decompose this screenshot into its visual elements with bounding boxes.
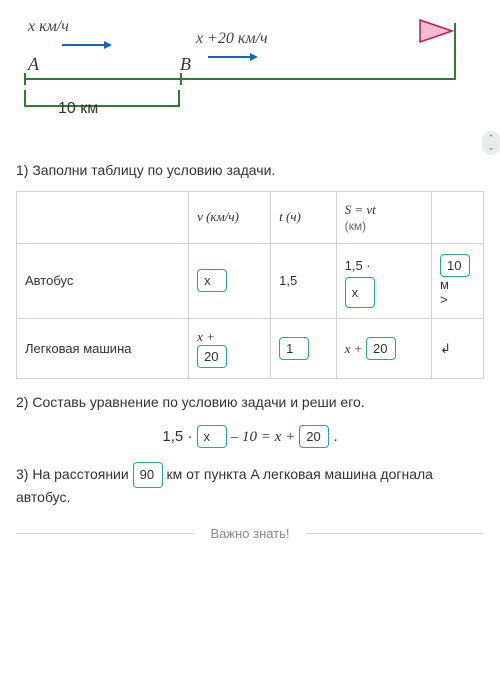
- bus-name: Автобус: [17, 243, 189, 319]
- task1-text: 1) Заполни таблицу по условию задачи.: [16, 161, 484, 181]
- diagram-area: x км/ч A x +20 км/ч B 10 км ⌃ ⌄: [0, 0, 500, 143]
- path-line: [24, 78, 454, 80]
- task2-text: 2) Составь уравнение по условию задачи и…: [16, 393, 484, 413]
- speed-label-b: x +20 км/ч: [196, 30, 268, 48]
- equation: 1,5 · x – 10 = x + 20 .: [16, 425, 484, 448]
- scroll-control[interactable]: ⌃ ⌄: [482, 131, 500, 155]
- car-t: 1: [271, 319, 337, 379]
- task3-text: 3) На расстоянии 90 км от пункта A легко…: [16, 462, 484, 508]
- tick-mark: [180, 73, 182, 85]
- tick-mark: [24, 73, 26, 85]
- input-eq-2[interactable]: 20: [299, 425, 329, 448]
- arrow-icon: [208, 52, 258, 62]
- header-empty: [17, 191, 189, 243]
- chevron-down-icon: ⌄: [482, 143, 500, 152]
- header-t: t (ч): [271, 191, 337, 243]
- header-v: v (км/ч): [189, 191, 271, 243]
- footer-text: Важно знать!: [194, 526, 305, 541]
- distance-label: 10 км: [58, 100, 98, 118]
- motion-diagram: x км/ч A x +20 км/ч B 10 км: [16, 18, 484, 133]
- flag-icon: [418, 18, 454, 46]
- car-name: Легковая машина: [17, 319, 189, 379]
- input-task3[interactable]: 90: [133, 462, 163, 488]
- bus-s: 1,5 · x: [336, 243, 431, 319]
- distance-bracket: [24, 90, 180, 112]
- input-car-v[interactable]: 20: [197, 345, 227, 368]
- input-car-t[interactable]: 1: [279, 337, 309, 360]
- speed-label-a: x км/ч: [28, 18, 69, 36]
- table-row-bus: Автобус x 1,5 1,5 · x 10 м >: [17, 243, 484, 319]
- data-table: v (км/ч) t (ч) S = vt(км) Автобус x 1,5 …: [16, 191, 484, 380]
- header-extra: [432, 191, 484, 243]
- input-bus-s[interactable]: x: [345, 277, 375, 308]
- input-eq-1[interactable]: x: [197, 425, 227, 448]
- input-bus-v[interactable]: x: [197, 269, 227, 292]
- bus-extra: 10 м >: [432, 243, 484, 319]
- flagpole: [454, 23, 456, 80]
- car-arrow: ↲: [432, 319, 484, 379]
- arrow-icon: [62, 40, 112, 50]
- header-s: S = vt(км): [336, 191, 431, 243]
- input-car-s[interactable]: 20: [366, 337, 396, 360]
- point-b-label: B: [180, 54, 191, 75]
- footer-divider: Важно знать!: [16, 526, 484, 541]
- bus-t: 1,5: [271, 243, 337, 319]
- car-v: x + 20: [189, 319, 271, 379]
- car-s: x + 20: [336, 319, 431, 379]
- point-a-label: A: [28, 54, 39, 75]
- input-bus-extra[interactable]: 10: [440, 254, 470, 277]
- bus-v: x: [189, 243, 271, 319]
- table-row-car: Легковая машина x + 20 1 x + 20 ↲: [17, 319, 484, 379]
